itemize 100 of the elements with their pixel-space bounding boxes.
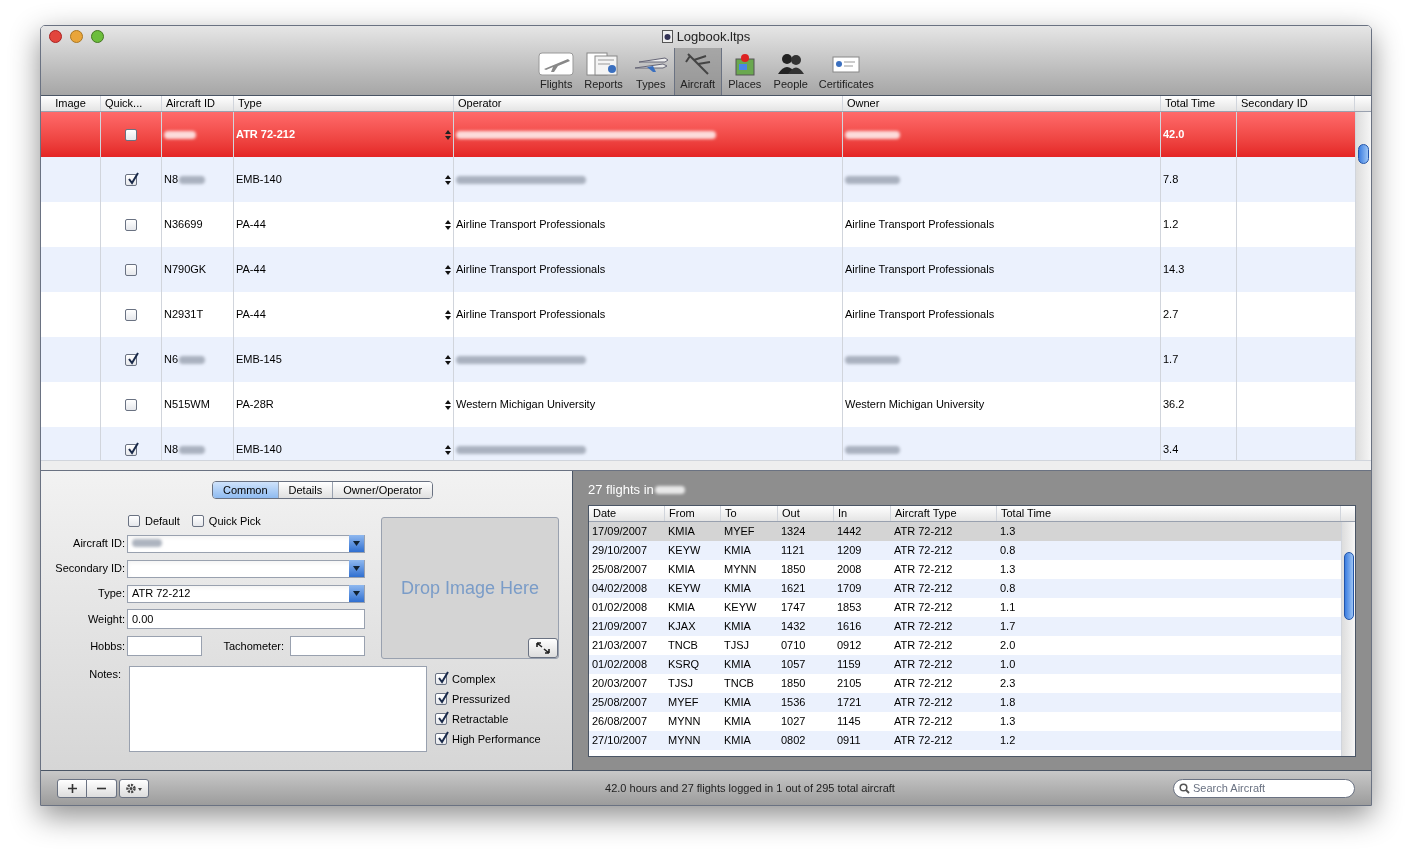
checkbox[interactable] <box>125 398 137 411</box>
scroll-thumb[interactable] <box>1343 552 1354 620</box>
column-header[interactable]: From <box>665 506 721 521</box>
column-header[interactable]: Aircraft ID <box>162 96 234 111</box>
combo-field[interactable] <box>127 559 365 578</box>
toolbar-button[interactable]: Aircraft <box>673 48 722 95</box>
horizontal-scrollbar[interactable] <box>41 460 1371 470</box>
table-cell-text: N790GK <box>164 262 207 278</box>
toolbar-button[interactable]: Types <box>627 48 674 95</box>
aircraft-row[interactable]: N8 EMB-140 3.4 <box>41 427 1355 460</box>
scroll-thumb[interactable] <box>1358 144 1369 164</box>
column-header[interactable]: Out <box>778 506 834 521</box>
table-cell-text: Western Michigan University <box>845 397 985 413</box>
tab[interactable]: Common <box>212 482 279 498</box>
vertical-scrollbar[interactable] <box>1341 522 1355 756</box>
action-menu-button[interactable] <box>119 778 149 798</box>
close-button[interactable] <box>49 30 62 44</box>
combo-field[interactable]: ATR 72-212 <box>127 584 365 603</box>
weight-field[interactable]: 0.00 <box>127 609 365 629</box>
remove-button[interactable] <box>87 778 117 798</box>
search-field[interactable]: Search Aircraft <box>1173 778 1355 798</box>
stepper-icon[interactable] <box>445 354 451 365</box>
stepper-icon[interactable] <box>445 219 451 230</box>
table-cell-text: 1432 <box>780 619 807 635</box>
flight-row[interactable]: 01/02/2008 KSRQ KMIA 1057 1159 ATR 72-212 1.0 <box>589 655 1341 674</box>
aircraft-row[interactable]: ATR 72-212 42.0 <box>41 112 1355 157</box>
checkbox[interactable] <box>125 218 137 231</box>
field-label: Hobbs: <box>89 638 126 654</box>
table-cell-text: MYEF <box>667 695 700 711</box>
table-cell-text: N6 <box>164 352 179 368</box>
checkbox[interactable] <box>191 515 204 527</box>
stepper-icon[interactable] <box>445 399 451 410</box>
checkbox[interactable] <box>125 443 137 456</box>
column-header[interactable]: To <box>721 506 778 521</box>
table-cell-text: Airline Transport Professionals <box>456 262 606 278</box>
table-cell-text: 1.3 <box>999 714 1017 730</box>
table-cell-text: EMB-140 <box>236 172 282 188</box>
aircraft-row[interactable]: N8 EMB-140 7.8 <box>41 157 1355 202</box>
minimize-button[interactable] <box>70 30 83 44</box>
vertical-scrollbar[interactable] <box>1355 112 1371 460</box>
aircraft-row[interactable]: N790GK PA-44 Airline Transport Professionals Airline Transport Professionals 14.3 <box>41 247 1355 292</box>
column-header[interactable]: Total Time <box>997 506 1341 521</box>
table-cell-text: ATR 72-212 <box>893 714 954 730</box>
column-header[interactable]: Owner <box>843 96 1161 111</box>
checkbox[interactable] <box>125 173 137 186</box>
flight-row[interactable]: 21/09/2007 KJAX KMIA 1432 1616 ATR 72-212 1.7 <box>589 617 1341 636</box>
flight-row[interactable]: 04/02/2008 KEYW KMIA 1621 1709 ATR 72-212 0.8 <box>589 579 1341 598</box>
checkbox[interactable] <box>435 733 447 745</box>
column-header[interactable]: Operator <box>454 96 843 111</box>
toolbar-button[interactable]: Certificates <box>813 48 879 95</box>
checkbox[interactable] <box>128 515 140 527</box>
table-cell-text: KMIA <box>723 543 752 559</box>
column-header[interactable]: Date <box>589 506 665 521</box>
add-button[interactable] <box>57 778 87 798</box>
column-header[interactable]: In <box>834 506 891 521</box>
toolbar-button[interactable]: Places <box>721 48 768 95</box>
table-cell-text: 1159 <box>836 657 862 673</box>
tab[interactable]: Owner/Operator <box>333 482 433 498</box>
column-header[interactable]: Aircraft Type <box>891 506 997 521</box>
table-cell-text: 1145 <box>836 714 862 730</box>
table-cell-text: KSRQ <box>667 657 701 673</box>
zoom-button[interactable] <box>91 30 104 44</box>
stepper-icon[interactable] <box>445 444 451 455</box>
column-header[interactable]: Type <box>234 96 454 111</box>
checkbox[interactable] <box>435 673 447 685</box>
column-header[interactable]: Quick... <box>101 96 162 111</box>
checkbox[interactable] <box>125 128 137 141</box>
notes-field[interactable] <box>129 666 427 752</box>
table-cell-text: N8 <box>164 172 179 188</box>
hobbs-field[interactable] <box>127 636 202 656</box>
field-label: Tachometer: <box>222 638 285 654</box>
checkbox[interactable] <box>125 308 137 321</box>
flight-row[interactable]: 27/10/2007 MYNN KMIA 0802 0911 ATR 72-212 1.2 <box>589 731 1341 750</box>
checkbox[interactable] <box>125 263 137 276</box>
table-cell-text: KMIA <box>723 714 752 730</box>
expand-button[interactable] <box>528 638 558 658</box>
flight-row[interactable]: 29/10/2007 KEYW KMIA 1121 1209 ATR 72-212 0.8 <box>589 541 1341 560</box>
stepper-icon[interactable] <box>445 174 451 185</box>
toolbar-button[interactable]: People <box>767 48 814 95</box>
column-header[interactable]: Secondary ID <box>1237 96 1355 111</box>
table-cell-text: Airline Transport Professionals <box>845 307 995 323</box>
flights-title: 27 flights in <box>588 481 654 500</box>
flight-row[interactable]: 25/08/2007 MYEF KMIA 1536 1721 ATR 72-212 1.8 <box>589 693 1341 712</box>
table-cell-text: Airline Transport Professionals <box>456 217 606 233</box>
column-header[interactable]: Total Time <box>1161 96 1237 111</box>
tachometer-field[interactable] <box>290 636 365 656</box>
aircraft-row[interactable]: N6 EMB-145 1.7 <box>41 337 1355 382</box>
checkbox[interactable] <box>435 693 447 705</box>
checkbox[interactable] <box>125 353 137 366</box>
toolbar-button[interactable]: Reports <box>579 48 628 95</box>
table-cell-text: 1536 <box>780 695 807 711</box>
checkbox[interactable] <box>435 713 447 725</box>
combo-field[interactable] <box>127 534 365 553</box>
tab[interactable]: Details <box>278 482 334 498</box>
stepper-icon[interactable] <box>445 264 451 275</box>
table-cell-text: ATR 72-212 <box>893 600 954 616</box>
column-header[interactable]: Image <box>41 96 101 111</box>
toolbar-button[interactable]: Flights <box>533 48 580 95</box>
flight-row[interactable]: 17/09/2007 KMIA MYEF 1324 1442 ATR 72-212 1.3 <box>589 522 1341 541</box>
stepper-icon[interactable] <box>445 309 451 320</box>
